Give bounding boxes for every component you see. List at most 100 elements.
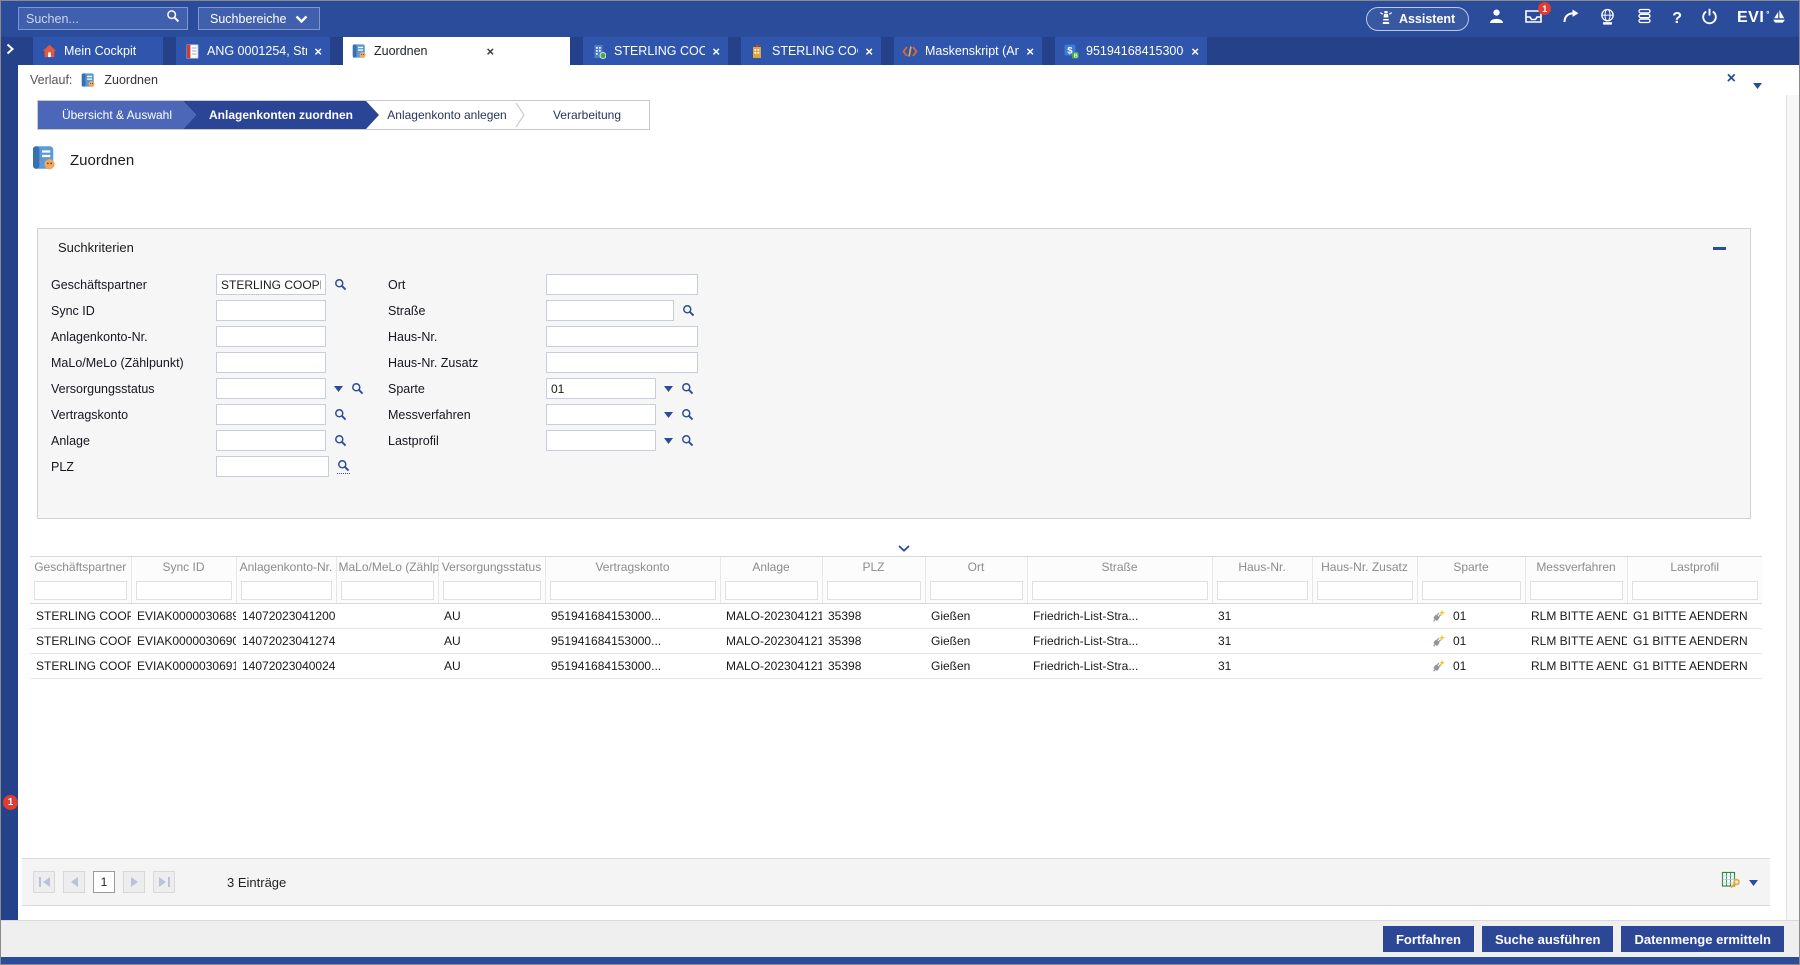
filter-input-geschaeftspartner[interactable] — [34, 581, 127, 600]
prev-page-button[interactable] — [63, 871, 85, 893]
fortfahren-button[interactable]: Fortfahren — [1383, 926, 1474, 952]
column-header-lastprofil[interactable]: Lastprofil — [1627, 557, 1762, 578]
suche-ausfuehren-button[interactable]: Suche ausführen — [1482, 926, 1613, 952]
column-header-sparte[interactable]: Sparte — [1417, 557, 1525, 578]
tabs-overflow-chevron-icon[interactable] — [0, 37, 20, 65]
chevron-down-icon[interactable] — [664, 412, 673, 418]
tab-maskenskript-anlag[interactable]: Maskenskript (Anlag...× — [894, 37, 1042, 65]
column-header-sync-id[interactable]: Sync ID — [131, 557, 236, 578]
column-header-anlage[interactable]: Anlage — [720, 557, 822, 578]
sparte-field[interactable] — [546, 378, 656, 399]
chevron-down-icon[interactable] — [664, 386, 673, 392]
chevron-down-icon[interactable] — [334, 386, 343, 392]
vertical-scrollbar[interactable] — [1786, 95, 1799, 920]
next-page-button[interactable] — [123, 871, 145, 893]
tab-close-icon[interactable]: × — [487, 45, 495, 58]
column-header-haus-nr[interactable]: Haus-Nr. — [1212, 557, 1312, 578]
column-header-versorgungsstatus[interactable]: Versorgungsstatus — [438, 557, 545, 578]
column-header-ort[interactable]: Ort — [925, 557, 1027, 578]
filter-input-haus-nr[interactable] — [1217, 581, 1308, 600]
filter-input-sparte[interactable] — [1422, 581, 1521, 600]
user-icon[interactable] — [1487, 9, 1506, 28]
table-row[interactable]: STERLING COOPE...EVIAK000003068914072023… — [30, 604, 1762, 629]
grid-settings-icon[interactable] — [1721, 871, 1740, 894]
inbox-icon[interactable]: 1 — [1524, 9, 1543, 28]
chevron-down-icon[interactable] — [664, 438, 673, 444]
search-icon[interactable] — [681, 434, 694, 447]
anlage-field[interactable] — [216, 430, 326, 451]
power-icon[interactable] — [1700, 9, 1719, 28]
tab-ang-0001254-stroml[interactable]: ANG 0001254, Stroml...× — [176, 37, 330, 65]
plz-field[interactable] — [216, 456, 329, 477]
sync-id-field[interactable] — [216, 300, 326, 321]
search-icon[interactable] — [334, 278, 347, 291]
last-page-button[interactable] — [153, 871, 175, 893]
verlauf-current-item[interactable]: Zuordnen — [104, 73, 158, 87]
filter-input-anlage[interactable] — [725, 581, 818, 600]
filter-input-plz[interactable] — [827, 581, 921, 600]
wizard-step-uebersicht-auswahl[interactable]: Übersicht & Auswahl — [38, 101, 196, 129]
filter-input-anlagenkonto-nr[interactable] — [241, 581, 332, 600]
column-header-messverfahren[interactable]: Messverfahren — [1525, 557, 1627, 578]
error-count-badge[interactable]: 1 — [3, 795, 18, 810]
search-icon[interactable] — [166, 9, 180, 28]
wizard-step-anlagenkonto-anlegen[interactable]: Anlagenkonto anlegen — [379, 101, 515, 129]
assistent-button[interactable]: Assistent — [1366, 7, 1469, 31]
filter-input-sync-id[interactable] — [136, 581, 232, 600]
search-icon[interactable] — [682, 304, 695, 317]
vertragskonto-field[interactable] — [216, 404, 326, 425]
versorgungsstatus-field[interactable] — [216, 378, 326, 399]
tab-mein-cockpit[interactable]: Mein Cockpit — [33, 37, 163, 65]
filter-input-malo-melo-zaehlpu[interactable] — [341, 581, 434, 600]
column-header-malo-melo-zaehlpu[interactable]: MaLo/MeLo (Zählpu — [336, 557, 438, 578]
wizard-step-anlagenkonten-zuordnen[interactable]: Anlagenkonten zuordnen — [183, 101, 379, 129]
search-icon[interactable] — [681, 408, 694, 421]
view-menu-chevron-icon[interactable] — [1753, 78, 1762, 92]
current-page[interactable]: 1 — [93, 871, 115, 893]
filter-input-vertragskonto[interactable] — [550, 581, 716, 600]
first-page-button[interactable] — [33, 871, 55, 893]
column-header-plz[interactable]: PLZ — [822, 557, 925, 578]
anlagenkonto-nr-field[interactable] — [216, 326, 326, 347]
help-icon[interactable]: ? — [1672, 10, 1682, 28]
malo-melo-zaehlpunkt-field[interactable] — [216, 352, 326, 373]
tab-close-icon[interactable]: × — [314, 45, 322, 58]
table-row[interactable]: STERLING COOPE...EVIAK000003069014072023… — [30, 629, 1762, 654]
tab-sterling-cooper-g[interactable]: STERLING COOPER G...× — [583, 37, 728, 65]
filter-input-haus-nr-zusatz[interactable] — [1317, 581, 1413, 600]
search-icon[interactable] — [337, 459, 350, 474]
splitter-collapse-icon[interactable] — [898, 539, 910, 557]
tab-951941684153000451[interactable]: $B951941684153000451,...× — [1055, 37, 1207, 65]
search-icon[interactable] — [351, 382, 364, 395]
tab-close-icon[interactable]: × — [1026, 45, 1034, 58]
column-header-strasse[interactable]: Straße — [1027, 557, 1212, 578]
search-icon[interactable] — [334, 434, 347, 447]
strasse-field[interactable] — [546, 300, 674, 321]
collapse-panel-button[interactable] — [1713, 247, 1726, 250]
grid-settings-chevron-icon[interactable] — [1749, 873, 1758, 891]
column-header-geschaeftspartner[interactable]: Geschäftspartner — [30, 557, 131, 578]
redo-icon[interactable] — [1561, 9, 1580, 28]
close-view-button[interactable]: × — [1727, 71, 1736, 87]
search-icon[interactable] — [681, 382, 694, 395]
tab-zuordnen[interactable]: Zuordnen× — [343, 37, 570, 65]
stack-icon[interactable] — [1635, 9, 1654, 28]
datenmenge-ermitteln-button[interactable]: Datenmenge ermitteln — [1621, 926, 1784, 952]
tab-close-icon[interactable]: × — [712, 45, 720, 58]
wizard-step-verarbeitung[interactable]: Verarbeitung — [525, 101, 649, 129]
suchbereiche-button[interactable]: Suchbereiche — [198, 7, 320, 30]
tab-close-icon[interactable]: × — [865, 45, 873, 58]
filter-input-lastprofil[interactable] — [1632, 581, 1759, 600]
search-icon[interactable] — [334, 408, 347, 421]
search-input[interactable] — [26, 12, 166, 26]
filter-input-strasse[interactable] — [1032, 581, 1208, 600]
filter-input-versorgungsstatus[interactable] — [443, 581, 541, 600]
tab-close-icon[interactable]: × — [1191, 45, 1199, 58]
geschaeftspartner-field[interactable] — [216, 274, 326, 295]
ort-field[interactable] — [546, 274, 698, 295]
globe-icon[interactable] — [1598, 9, 1617, 28]
column-header-haus-nr-zusatz[interactable]: Haus-Nr. Zusatz — [1312, 557, 1417, 578]
global-search[interactable] — [18, 7, 188, 30]
messverfahren-field[interactable] — [546, 404, 656, 425]
column-header-vertragskonto[interactable]: Vertragskonto — [545, 557, 720, 578]
